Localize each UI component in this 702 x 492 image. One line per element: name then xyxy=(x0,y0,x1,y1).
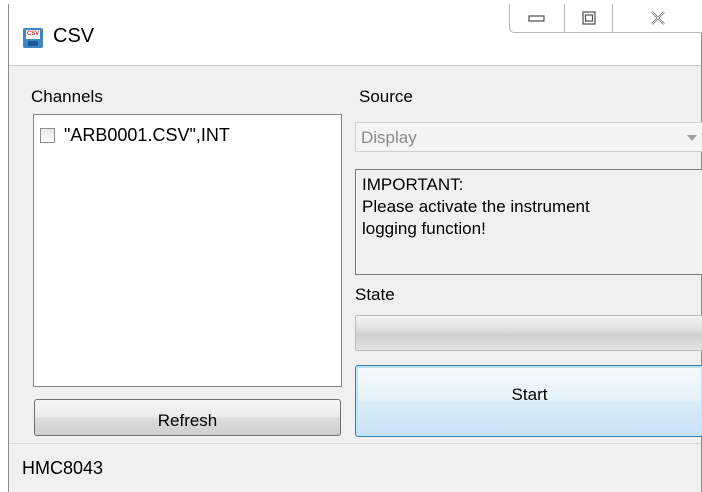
maximize-button[interactable] xyxy=(565,4,613,33)
start-button[interactable]: Start xyxy=(355,365,702,437)
notice-line-1: IMPORTANT: xyxy=(362,175,464,194)
channels-list[interactable]: "ARB0001.CSV",INT xyxy=(33,114,342,387)
status-text: HMC8043 xyxy=(22,458,104,478)
maximize-icon xyxy=(581,11,596,25)
close-button[interactable] xyxy=(613,4,702,33)
source-selected-value: Display xyxy=(361,128,417,147)
channel-item-label: "ARB0001.CSV",INT xyxy=(64,125,230,145)
notice-line-3: logging function! xyxy=(362,219,486,238)
csv-window: CSV CSV Channels "ARB0001.CSV",INT Refre… xyxy=(8,4,702,492)
refresh-button[interactable]: Refresh xyxy=(34,399,341,436)
window-title: CSV xyxy=(53,25,95,47)
minimize-button[interactable] xyxy=(509,4,565,33)
channel-checkbox[interactable] xyxy=(40,128,55,143)
chevron-down-icon xyxy=(687,135,697,141)
state-label: State xyxy=(355,285,395,304)
channels-label: Channels xyxy=(31,87,103,106)
status-bar: HMC8043 xyxy=(9,443,701,492)
source-select[interactable]: Display xyxy=(355,122,702,152)
minimize-icon xyxy=(528,15,545,22)
notice-line-2: Please activate the instrument xyxy=(362,197,590,216)
close-icon xyxy=(650,11,665,25)
source-label: Source xyxy=(359,87,413,106)
list-item[interactable]: "ARB0001.CSV",INT xyxy=(40,125,230,146)
important-notice: IMPORTANT: Please activate the instrumen… xyxy=(355,169,702,275)
title-bar[interactable]: CSV CSV xyxy=(9,4,702,66)
caption-buttons xyxy=(509,4,702,34)
state-progress-bar xyxy=(355,315,702,351)
csv-save-icon: CSV xyxy=(23,28,43,48)
